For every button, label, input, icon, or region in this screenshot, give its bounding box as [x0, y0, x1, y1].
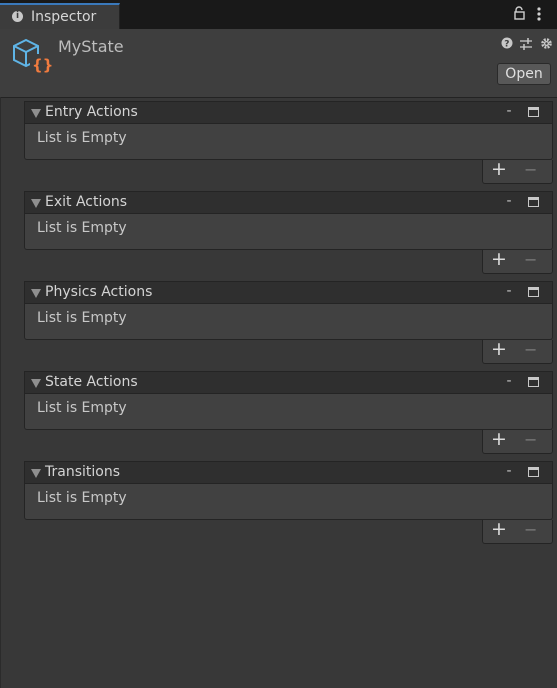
tab-bar: i Inspector [0, 0, 557, 29]
empty-list-text: List is Empty [37, 400, 127, 416]
svg-text:?: ? [504, 40, 509, 49]
svg-text:{}: {} [32, 56, 52, 74]
section-title: Exit Actions [45, 194, 128, 210]
remove-item-button[interactable]: − [524, 340, 537, 359]
empty-list-text: List is Empty [37, 220, 127, 236]
list-footer: + − [482, 428, 553, 454]
inspector-window: i Inspector {} MyState ? Open Entry Acti… [0, 0, 557, 688]
remove-item-button[interactable]: − [524, 250, 537, 269]
foldout-icon[interactable] [31, 379, 41, 388]
add-item-button[interactable]: + [491, 428, 507, 450]
help-icon[interactable]: ? [501, 37, 513, 49]
info-icon: i [12, 11, 23, 22]
section-header[interactable]: Physics Actions - [24, 281, 553, 304]
menu-icon[interactable] [534, 6, 544, 22]
section-title: Transitions [45, 464, 120, 480]
collapse-button[interactable]: - [503, 193, 515, 209]
empty-list-text: List is Empty [37, 310, 127, 326]
remove-item-button[interactable]: − [524, 520, 537, 539]
section-header[interactable]: Entry Actions - [24, 101, 553, 124]
section-exit-actions: Exit Actions - List is Empty + − [24, 191, 553, 277]
section-transitions: Transitions - List is Empty + − [24, 461, 553, 547]
empty-list-text: List is Empty [37, 490, 127, 506]
inspector-header: {} MyState ? Open [0, 29, 557, 98]
maximize-icon[interactable] [528, 107, 539, 117]
collapse-button[interactable]: - [503, 103, 515, 119]
lock-icon[interactable] [513, 6, 527, 20]
preset-icon[interactable] [519, 37, 533, 50]
list-body: List is Empty [24, 214, 553, 250]
list-footer: + − [482, 158, 553, 184]
section-header[interactable]: Transitions - [24, 461, 553, 484]
foldout-icon[interactable] [31, 469, 41, 478]
list-footer: + − [482, 518, 553, 544]
list-body: List is Empty [24, 304, 553, 340]
section-entry-actions: Entry Actions - List is Empty + − [24, 101, 553, 187]
tab-label: Inspector [31, 9, 97, 25]
list-body: List is Empty [24, 484, 553, 520]
collapse-button[interactable]: - [503, 283, 515, 299]
collapse-button[interactable]: - [503, 373, 515, 389]
scriptable-object-icon: {} [13, 38, 52, 74]
tab-inspector[interactable]: i Inspector [0, 3, 120, 29]
foldout-icon[interactable] [31, 109, 41, 118]
section-title: Physics Actions [45, 284, 153, 300]
add-item-button[interactable]: + [491, 518, 507, 540]
list-footer: + − [482, 338, 553, 364]
add-item-button[interactable]: + [491, 248, 507, 270]
maximize-icon[interactable] [528, 377, 539, 387]
maximize-icon[interactable] [528, 287, 539, 297]
list-body: List is Empty [24, 394, 553, 430]
maximize-icon[interactable] [528, 467, 539, 477]
foldout-icon[interactable] [31, 289, 41, 298]
remove-item-button[interactable]: − [524, 160, 537, 179]
section-header[interactable]: State Actions - [24, 371, 553, 394]
gear-icon[interactable] [540, 37, 553, 50]
remove-item-button[interactable]: − [524, 430, 537, 449]
list-body: List is Empty [24, 124, 553, 160]
open-button[interactable]: Open [497, 63, 551, 85]
section-physics-actions: Physics Actions - List is Empty + − [24, 281, 553, 367]
section-state-actions: State Actions - List is Empty + − [24, 371, 553, 457]
foldout-icon[interactable] [31, 199, 41, 208]
section-title: State Actions [45, 374, 138, 390]
maximize-icon[interactable] [528, 197, 539, 207]
section-header[interactable]: Exit Actions - [24, 191, 553, 214]
page-title: MyState [58, 37, 124, 56]
empty-list-text: List is Empty [37, 130, 127, 146]
section-title: Entry Actions [45, 104, 138, 120]
add-item-button[interactable]: + [491, 158, 507, 180]
list-footer: + − [482, 248, 553, 274]
collapse-button[interactable]: - [503, 463, 515, 479]
add-item-button[interactable]: + [491, 338, 507, 360]
